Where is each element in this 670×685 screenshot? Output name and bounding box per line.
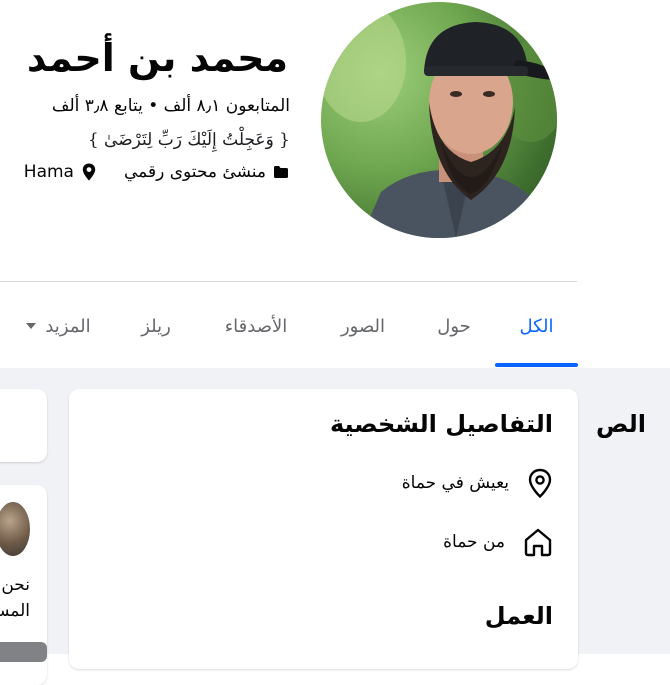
from-text: من حماة	[443, 532, 505, 552]
profile-tabs: الكل حول الصور الأصدقاء ريلز المزيد	[0, 288, 578, 368]
profile-meta: منشئ محتوى رقمي Hama	[24, 162, 290, 182]
home-icon	[523, 527, 553, 557]
tab-reels[interactable]: ريلز	[126, 288, 186, 364]
location-pin-icon	[527, 468, 553, 498]
tab-more[interactable]: المزيد	[8, 288, 108, 364]
followers-count[interactable]: المتابعون ٨٫١ ألف • يتابع ٣٫٨ ألف	[52, 96, 290, 116]
profile-category: منشئ محتوى رقمي	[123, 162, 266, 182]
post-text-line-1: نحن	[1, 575, 30, 595]
tab-photos[interactable]: الصور	[322, 288, 404, 364]
tab-about[interactable]: حول	[418, 288, 490, 364]
folder-icon	[272, 163, 290, 181]
location-pin-icon	[80, 163, 98, 181]
detail-lives-in: يعيش في حماة	[402, 463, 553, 503]
active-tab-indicator	[495, 363, 578, 367]
left-card-title: الص	[596, 410, 646, 438]
tab-all[interactable]: الكل	[495, 288, 578, 364]
caret-down-icon	[25, 322, 37, 330]
profile-avatar[interactable]	[321, 2, 557, 238]
lives-in-text: يعيش في حماة	[401, 473, 509, 493]
profile-bio: { وَعَجِلْتُ إِلَيْكَ رَبِّ لِتَرْضَىٰ }	[87, 130, 290, 150]
post-text-line-2: المس	[0, 601, 30, 621]
work-section-title: العمل	[484, 602, 553, 630]
header-divider	[0, 281, 577, 282]
profile-location[interactable]: Hama	[24, 162, 74, 182]
post-action-button[interactable]	[0, 642, 47, 662]
personal-details-title: التفاصيل الشخصية	[329, 410, 553, 438]
tab-more-label: المزيد	[45, 315, 91, 337]
detail-from: من حماة	[443, 522, 553, 562]
profile-name: محمد بن أحمد	[26, 36, 288, 80]
tab-friends[interactable]: الأصدقاء	[206, 288, 306, 364]
left-card	[0, 389, 47, 462]
